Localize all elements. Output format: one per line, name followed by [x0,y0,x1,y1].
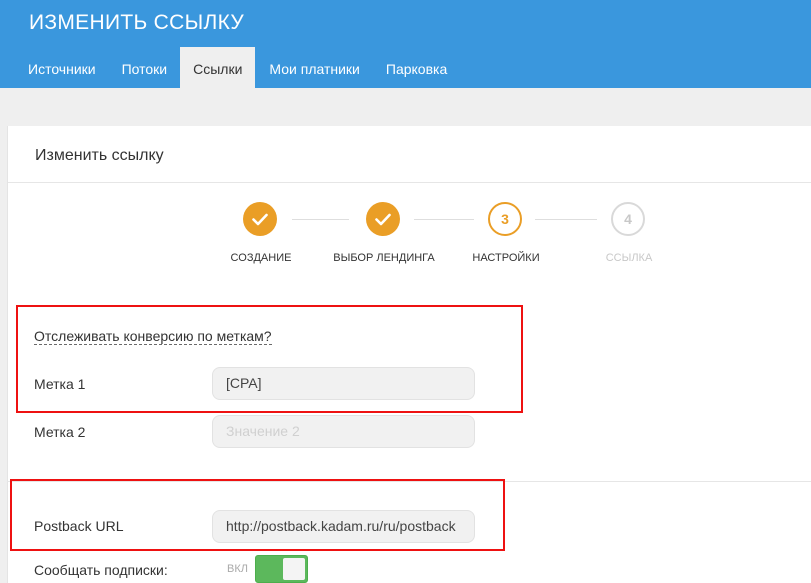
page-title: ИЗМЕНИТЬ ССЫЛКУ [29,11,244,34]
tab-sources[interactable]: Источники [15,47,109,88]
toggle-knob[interactable] [283,558,305,580]
card-title: Изменить ссылку [35,147,164,164]
step-1-check-icon[interactable] [243,202,277,236]
tag2-input[interactable]: Значение 2 [212,415,475,448]
tab-links[interactable]: Ссылки [180,47,256,88]
highlight-box-postback [10,479,505,551]
nav-tabs: Источники Потоки Ссылки Мои платники Пар… [15,47,460,88]
tab-streams[interactable]: Потоки [109,47,181,88]
notify-subscriptions-label: Сообщать подписки: [34,562,168,578]
step-3-circle[interactable]: 3 [488,202,522,236]
toggle-state-label: ВКЛ [227,563,248,575]
tab-parking[interactable]: Парковка [373,47,460,88]
step-connector [414,219,474,220]
step-2-check-icon[interactable] [366,202,400,236]
tab-my-payers[interactable]: Мои платники [256,47,372,88]
step-connector [292,219,349,220]
step-connector [535,219,597,220]
step-4-circle: 4 [611,202,645,236]
step-4-label: ССЫЛКА [605,252,653,264]
step-3-label: НАСТРОЙКИ [472,252,540,264]
notify-toggle[interactable] [255,555,308,583]
step-1-label: СОЗДАНИЕ [230,252,292,264]
top-header: ИЗМЕНИТЬ ССЫЛКУ Источники Потоки Ссылки … [0,0,811,88]
card-header: Изменить ссылку [8,126,811,183]
step-2-label: ВЫБОР ЛЕНДИНГА [333,252,435,264]
highlight-box-tags [16,305,523,413]
tag2-label: Метка 2 [34,424,86,440]
